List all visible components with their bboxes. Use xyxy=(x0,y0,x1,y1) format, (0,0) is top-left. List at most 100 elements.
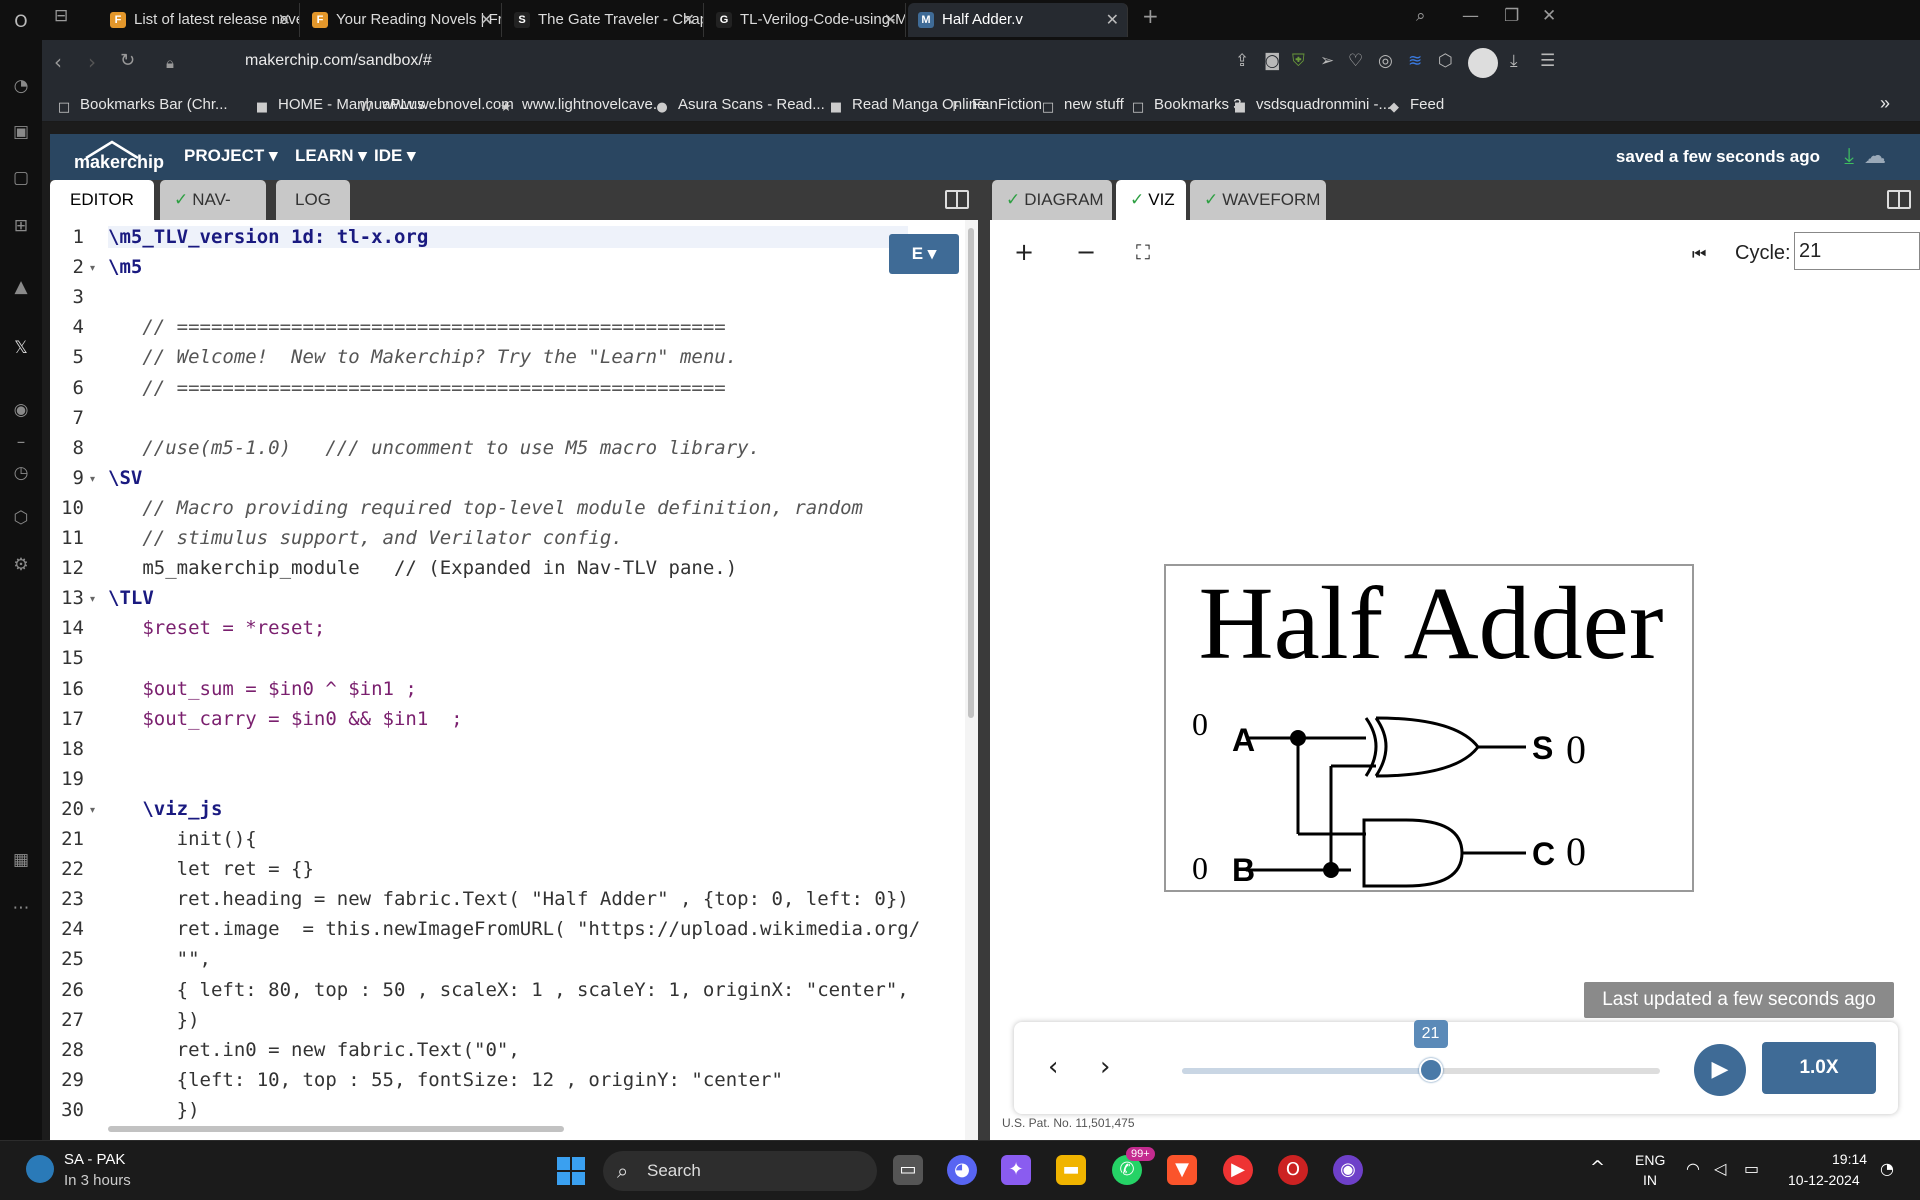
code-line[interactable]: $out_sum = $in0 ^ $in1 ; xyxy=(108,678,417,700)
code-editor[interactable]: 1 2 ▾ 3 4 5 6 7 8 9 ▾ 10 11 12 13 ▾ 14 15 16 17 18 19 20 ▾ 21 22 2… xyxy=(50,220,978,1140)
menu-project[interactable]: PROJECT ▾ xyxy=(184,146,278,166)
code-line[interactable]: // =====================================… xyxy=(108,377,725,399)
bookmark-item[interactable]: □ new stuff xyxy=(1040,96,1124,115)
aria-icon[interactable]: ▲ xyxy=(11,277,31,297)
code-line[interactable]: \TLV xyxy=(108,587,154,609)
bookmark-item[interactable]: □ Bookmarks Bar (Chr... xyxy=(56,96,228,115)
settings-icon[interactable]: ⚙ xyxy=(11,555,31,575)
tab-close-icon[interactable]: ✕ xyxy=(480,3,493,37)
camera-icon[interactable]: ◙ xyxy=(1264,51,1281,71)
browser-tab-3[interactable]: S The Gate Traveler - Chapter ✕ xyxy=(504,3,704,37)
more-bookmarks-icon[interactable]: » xyxy=(1880,93,1890,114)
workspace-icon[interactable]: ⊟ xyxy=(54,6,68,26)
bookmark-item[interactable]: Wwww.webnovel.com xyxy=(358,96,514,115)
pane-layout-icon[interactable] xyxy=(945,190,969,209)
code-line[interactable]: \m5 xyxy=(108,256,142,278)
weather-forecast[interactable]: In 3 hours xyxy=(64,1172,131,1189)
task-view-icon[interactable]: ▭ xyxy=(893,1155,923,1185)
github-desktop-icon[interactable]: ◉ xyxy=(1333,1155,1363,1185)
reload-icon[interactable]: ↻ xyxy=(120,50,135,71)
fullscreen-button[interactable]: ⛶ xyxy=(1136,240,1150,264)
chip-icon[interactable]: ⊞ xyxy=(11,216,31,236)
download-icon[interactable]: ⤓ xyxy=(1510,51,1518,71)
bookmark-item[interactable]: F FanFiction xyxy=(948,96,1042,115)
speed-dial-icon[interactable]: ◔ xyxy=(11,76,31,96)
extension-icon[interactable]: ◎ xyxy=(1378,51,1393,71)
step-forward-button[interactable]: › xyxy=(1100,1052,1110,1082)
code-line[interactable]: {left: 10, top : 55, fontSize: 12 , orig… xyxy=(108,1069,783,1091)
forward-icon[interactable]: › xyxy=(88,50,96,74)
browser-tab-active[interactable]: M Half Adder.v ✕ xyxy=(908,3,1128,37)
new-tab-button[interactable]: + xyxy=(1142,4,1159,28)
speed-button[interactable]: 1.0X xyxy=(1762,1042,1876,1094)
tab-nav-tlv[interactable]: ✓NAV-TLV xyxy=(160,180,266,249)
code-line[interactable]: "", xyxy=(108,948,211,970)
media-player-icon[interactable]: ▶ xyxy=(1223,1155,1253,1185)
battery-icon[interactable]: ▭ xyxy=(1744,1159,1759,1178)
discord-icon[interactable]: ◕ xyxy=(947,1155,977,1185)
volume-icon[interactable]: ◁ xyxy=(1714,1159,1726,1178)
send-icon[interactable]: ➢ xyxy=(1320,51,1334,71)
gallery-icon[interactable]: ▦ xyxy=(11,850,31,870)
pane-layout-icon[interactable] xyxy=(1887,190,1911,209)
vertical-scroll-thumb[interactable] xyxy=(968,228,974,718)
bell-icon[interactable]: ◔ xyxy=(1880,1159,1894,1178)
browser-tab-2[interactable]: F Your Reading Novels | Free ✕ xyxy=(302,3,502,37)
slider-knob[interactable] xyxy=(1418,1058,1443,1082)
twitch-icon[interactable]: ▢ xyxy=(11,168,31,188)
tab-close-icon[interactable]: ✕ xyxy=(278,3,291,37)
wifi-icon[interactable]: ◠ xyxy=(1686,1159,1700,1178)
menu-ide[interactable]: IDE ▾ xyxy=(374,146,416,166)
player-icon[interactable]: ◉ xyxy=(11,400,31,420)
bookmark-item[interactable]: □ Bookmarks 3 xyxy=(1130,96,1242,115)
window-close-icon[interactable]: ✕ xyxy=(1542,6,1556,26)
code-line[interactable]: \m5_TLV_version 1d: tl-x.org xyxy=(108,226,908,248)
code-line[interactable]: // Welcome! New to Makerchip? Try the "L… xyxy=(108,346,737,368)
fold-arrow-icon[interactable]: ▾ xyxy=(90,594,95,605)
start-icon[interactable] xyxy=(557,1157,585,1185)
shield-icon[interactable]: ⛨ xyxy=(1292,51,1305,71)
code-line[interactable]: // Macro providing required top-level mo… xyxy=(108,497,863,519)
bookmark-item[interactable]: ● Asura Scans - Read... xyxy=(654,96,824,115)
code-line[interactable]: //use(m5-1.0) /// uncomment to use M5 ma… xyxy=(108,437,760,459)
download-icon[interactable]: ⤓ xyxy=(1844,144,1854,169)
menu-learn[interactable]: LEARN ▾ xyxy=(295,146,367,166)
tab-diagram[interactable]: ✓ DIAGRAM xyxy=(992,180,1112,220)
code-line[interactable]: { left: 80, top : 50 , scaleX: 1 , scale… xyxy=(108,979,909,1001)
browser-tab-1[interactable]: F List of latest release novels ✕ xyxy=(100,3,300,37)
code-line[interactable]: \viz_js xyxy=(108,798,222,820)
bookmark-item[interactable]: ◆ Feed xyxy=(1386,96,1444,115)
pane-splitter[interactable] xyxy=(978,180,990,1140)
code-line[interactable]: ret.image = this.newImageFromURL( "https… xyxy=(108,918,921,940)
code-line[interactable]: ret.heading = new fabric.Text( "Half Add… xyxy=(108,888,909,910)
code-line[interactable]: let ret = {} xyxy=(108,858,314,880)
code-line[interactable]: $out_carry = $in0 && $in1 ; xyxy=(108,708,462,730)
code-line[interactable]: ret.in0 = new fabric.Text("0", xyxy=(108,1039,520,1061)
fold-arrow-icon[interactable]: ▾ xyxy=(90,263,95,274)
code-line[interactable]: // =====================================… xyxy=(108,316,725,338)
cloud-upload-icon[interactable]: ☁ xyxy=(1864,144,1886,169)
history-icon[interactable]: ◷ xyxy=(11,463,31,483)
weather-location[interactable]: SA - PAK xyxy=(64,1151,125,1168)
tab-log[interactable]: LOG xyxy=(276,180,350,220)
copilot-icon[interactable]: ✦ xyxy=(1001,1155,1031,1185)
bookmark-item[interactable]: ■ vsdsquadronmini -... xyxy=(1232,96,1391,115)
back-icon[interactable]: ‹ xyxy=(54,50,62,74)
box-icon[interactable]: ⬡ xyxy=(1438,51,1453,71)
heart-icon[interactable]: ♡ xyxy=(1348,51,1363,71)
fold-arrow-icon[interactable]: ▾ xyxy=(90,805,95,816)
language-code[interactable]: ENG xyxy=(1635,1152,1665,1168)
profile-avatar[interactable] xyxy=(1468,48,1498,78)
tab-editor[interactable]: EDITOR xyxy=(50,180,154,220)
tab-close-icon[interactable]: ✕ xyxy=(884,3,897,37)
step-back-button[interactable]: ‹ xyxy=(1048,1052,1058,1082)
opera-icon[interactable]: O xyxy=(1278,1155,1308,1185)
minimize-icon[interactable]: — xyxy=(1462,6,1479,26)
opera-logo-icon[interactable]: O xyxy=(11,12,31,32)
reset-cycle-icon[interactable]: ⏮ xyxy=(1692,244,1706,264)
tab-viz[interactable]: ✓ VIZ xyxy=(1116,180,1186,220)
code-line[interactable]: init(){ xyxy=(108,828,257,850)
code-line[interactable]: }) xyxy=(108,1009,200,1031)
play-button[interactable]: ▶ xyxy=(1694,1044,1746,1096)
horizontal-scroll-thumb[interactable] xyxy=(108,1126,564,1132)
